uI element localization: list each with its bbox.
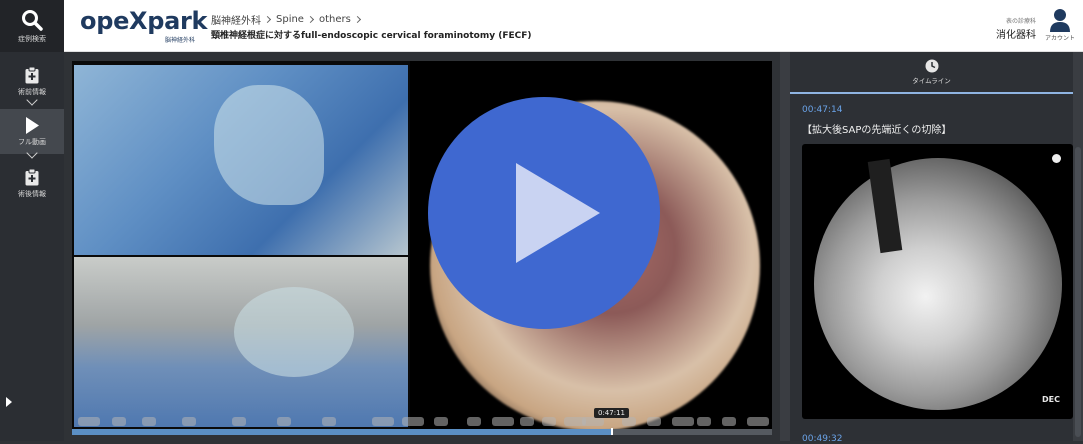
tab-timeline[interactable]: タイムライン xyxy=(790,52,1073,94)
case-search-label: 症例検索 xyxy=(18,34,46,43)
chapter-marker[interactable] xyxy=(722,417,736,426)
chapter-marker[interactable] xyxy=(582,417,604,426)
clipboard-plus-icon xyxy=(25,169,39,186)
breadcrumb: 脳神経外科 Spine others xyxy=(211,12,366,27)
timeline-entry-title[interactable]: 【拡大後SAPの先端近くの切除】 xyxy=(802,121,951,136)
thumbnail-label: DEC xyxy=(1042,395,1060,404)
department-name: 消化器科 xyxy=(996,30,1036,41)
logo-subtitle: 脳神経外科 xyxy=(165,37,196,44)
logo[interactable]: opeXpark xyxy=(80,7,208,35)
header: opeXpark 脳神経外科 脳神経外科 Spine others 頸椎神経根症… xyxy=(64,0,1083,52)
chapter-marker[interactable] xyxy=(142,417,156,426)
chapter-marker[interactable] xyxy=(622,417,636,426)
chapter-marker[interactable] xyxy=(112,417,126,426)
timeline-entry-time[interactable]: 00:49:32 xyxy=(802,434,842,444)
department-selector[interactable]: 表の診療科 消化器科 xyxy=(994,16,1036,41)
timeline-entry-time[interactable]: 00:47:14 xyxy=(802,105,842,115)
panel-splitter[interactable] xyxy=(780,52,790,441)
timeline-panel: タイムライン 00:47:14 【拡大後SAPの先端近くの切除】 DEC 00:… xyxy=(790,52,1083,444)
account-label: アカウント xyxy=(1044,35,1075,42)
progress-fill xyxy=(72,429,612,435)
account-button[interactable]: アカウント xyxy=(1042,8,1078,42)
chapter-marker[interactable] xyxy=(277,417,291,426)
case-search-button[interactable]: 症例検索 xyxy=(0,0,64,52)
breadcrumb-item-spine[interactable]: Spine xyxy=(276,14,304,25)
clipboard-plus-icon xyxy=(25,67,39,84)
play-button[interactable] xyxy=(428,97,660,329)
chapter-marker[interactable] xyxy=(402,417,424,426)
left-rail: 症例検索 術前情報 フル動画 術後情報 xyxy=(0,0,64,441)
chapter-marker[interactable] xyxy=(78,417,100,426)
video-frame-surgery-bottom xyxy=(74,257,408,427)
progress-bar[interactable] xyxy=(72,428,772,435)
rail-item-postop-label: 術後情報 xyxy=(18,190,46,198)
chevron-right-icon xyxy=(353,15,361,24)
chapter-marker[interactable] xyxy=(672,417,694,426)
breadcrumb-item-others[interactable]: others xyxy=(319,14,351,25)
seek-time-tooltip: 0:47:11 xyxy=(594,408,629,418)
chapter-marker[interactable] xyxy=(232,417,246,426)
rail-item-postop[interactable]: 術後情報 xyxy=(10,164,54,204)
chapter-marker[interactable] xyxy=(467,417,481,426)
chapter-marker[interactable] xyxy=(372,417,394,426)
page-title: 頸椎神経根症に対するfull-endoscopic cervical foram… xyxy=(211,31,532,41)
timeline-scrollbar-thumb[interactable] xyxy=(1075,147,1081,437)
chapter-marker[interactable] xyxy=(322,417,336,426)
progress-handle[interactable] xyxy=(610,428,613,435)
timeline-scrollbar[interactable] xyxy=(1073,52,1083,441)
chapter-marker[interactable] xyxy=(520,417,534,426)
clock-icon xyxy=(925,59,938,73)
chapter-marker[interactable] xyxy=(647,417,661,426)
chevron-right-icon xyxy=(263,15,272,24)
department-caption: 表の診療科 xyxy=(1005,18,1036,25)
user-icon xyxy=(1050,9,1070,32)
video-player[interactable]: 0:47:11 xyxy=(72,61,772,435)
play-icon xyxy=(516,163,600,263)
chevron-right-icon xyxy=(306,15,315,24)
chapter-marker[interactable] xyxy=(182,417,196,426)
tab-timeline-label: タイムライン xyxy=(912,77,951,85)
chapter-markers xyxy=(72,417,772,427)
video-frame-surgery-top xyxy=(74,65,408,255)
chapter-marker[interactable] xyxy=(542,417,556,426)
rail-item-full-video-label: フル動画 xyxy=(18,137,46,146)
chapter-marker[interactable] xyxy=(747,417,769,426)
breadcrumb-item-dept[interactable]: 脳神経外科 xyxy=(211,12,261,27)
scroll-arrow-icon[interactable] xyxy=(6,397,12,407)
search-icon xyxy=(22,9,43,31)
play-icon xyxy=(26,116,39,134)
timeline-entry-thumbnail[interactable]: DEC xyxy=(802,144,1073,419)
chapter-marker[interactable] xyxy=(492,417,514,426)
chapter-marker[interactable] xyxy=(697,417,711,426)
chapter-marker[interactable] xyxy=(434,417,448,426)
